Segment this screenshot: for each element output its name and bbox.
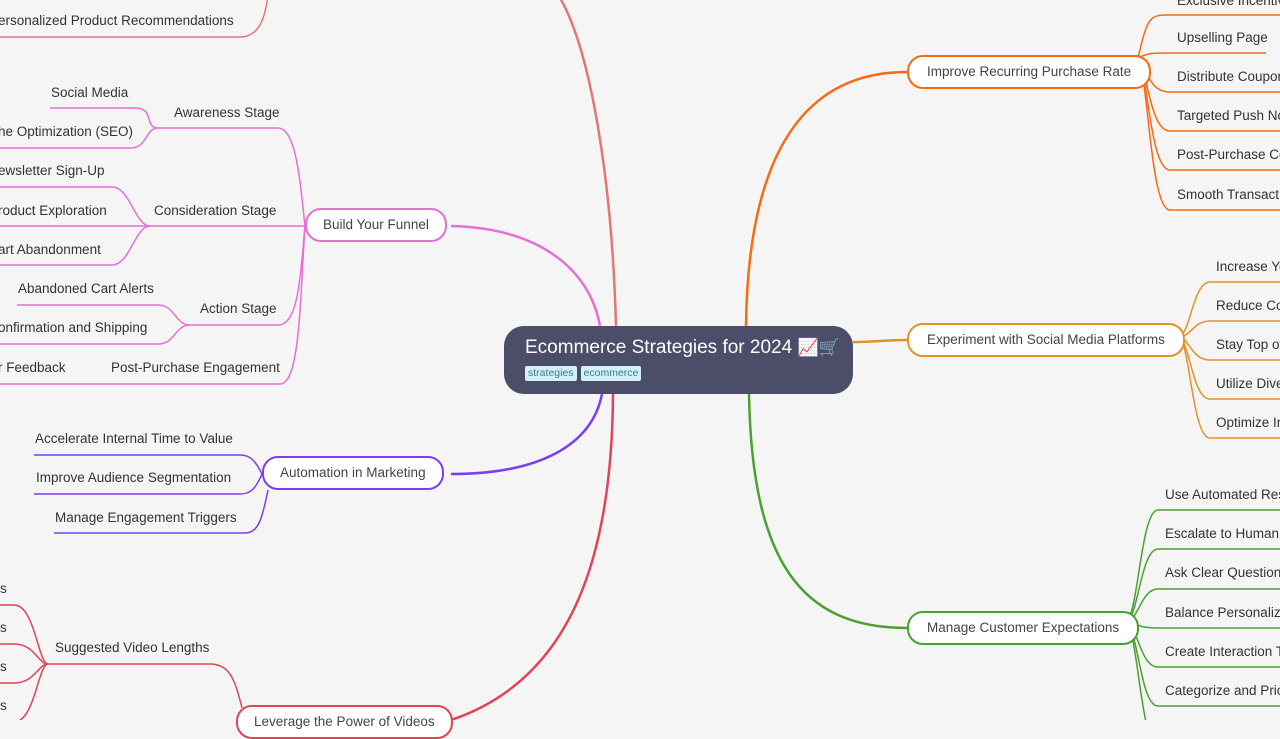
leaf-post-purchase-comm[interactable]: Post-Purchase Co <box>1177 146 1280 164</box>
root-title: Ecommerce Strategies for 2024 📈🛒 <box>525 335 853 361</box>
leaf-interaction-templates[interactable]: Create Interaction T <box>1165 643 1280 661</box>
stage-action[interactable]: Action Stage <box>200 300 277 318</box>
leaf-distribute-coupons[interactable]: Distribute Coupon <box>1177 68 1280 86</box>
leaf-stay-top-of-mind[interactable]: Stay Top of <box>1216 336 1280 354</box>
leaf-audience-segmentation[interactable]: Improve Audience Segmentation <box>36 469 231 487</box>
leaf-seo[interactable]: he Optimization (SEO) <box>0 123 133 141</box>
leaf-social-media[interactable]: Social Media <box>51 84 128 102</box>
chart-cart-emoji-icon: 📈🛒 <box>797 338 840 357</box>
link-root-expectations <box>747 393 908 630</box>
leaf-reduce-costs[interactable]: Reduce Co <box>1216 297 1280 315</box>
link-root-personalization <box>559 0 618 327</box>
stage-suggested-video-lengths[interactable]: Suggested Video Lengths <box>55 639 209 657</box>
leaf-balance-personalization[interactable]: Balance Personaliza <box>1165 604 1280 622</box>
leaf-engagement-triggers[interactable]: Manage Engagement Triggers <box>55 509 237 527</box>
leaf-confirmation-shipping[interactable]: onfirmation and Shipping <box>0 319 147 337</box>
leaf-categorize-prioritize[interactable]: Categorize and Prio <box>1165 682 1280 700</box>
leaf-feedback[interactable]: r Feedback <box>0 359 66 377</box>
tag-list: strategies ecommerce <box>525 366 853 381</box>
leaf-video-length-1[interactable]: ls <box>0 580 7 598</box>
tag-strategies[interactable]: strategies <box>525 366 577 381</box>
root-node[interactable]: Ecommerce Strategies for 2024 📈🛒 strateg… <box>504 326 853 394</box>
leaf-video-length-3[interactable]: ls <box>0 658 7 676</box>
leaf-video-length-2[interactable]: ls <box>0 619 7 637</box>
leaf-escalate-human[interactable]: Escalate to Human <box>1165 525 1279 543</box>
leaf-abandoned-cart-alerts[interactable]: Abandoned Cart Alerts <box>18 280 154 298</box>
stage-post-purchase[interactable]: Post-Purchase Engagement <box>111 359 280 377</box>
link-root-funnel <box>450 224 602 327</box>
leaf-targeted-push[interactable]: Targeted Push No <box>1177 107 1280 125</box>
link-videos-lengths <box>48 663 243 709</box>
root-title-text: Ecommerce Strategies for 2024 <box>525 337 793 358</box>
leaf-increase-your[interactable]: Increase Yo <box>1216 258 1280 276</box>
node-manage-customer-expectations[interactable]: Manage Customer Expectations <box>907 611 1140 645</box>
leaf-product-exploration[interactable]: roduct Exploration <box>0 202 107 220</box>
leaf-ask-clear-questions[interactable]: Ask Clear Questions <box>1165 564 1280 582</box>
link-root-social <box>852 338 908 344</box>
leaf-newsletter[interactable]: ewsletter Sign-Up <box>0 162 105 180</box>
link-length-1 <box>0 604 49 665</box>
link-root-automation <box>450 393 604 476</box>
node-improve-recurring-purchase[interactable]: Improve Recurring Purchase Rate <box>907 55 1152 89</box>
tag-ecommerce[interactable]: ecommerce <box>580 366 642 381</box>
link-root-recurring <box>744 70 908 327</box>
node-build-your-funnel[interactable]: Build Your Funnel <box>305 208 447 242</box>
node-leverage-videos[interactable]: Leverage the Power of Videos <box>236 705 453 739</box>
link-length-4 <box>18 663 49 720</box>
link-root-videos <box>450 393 615 720</box>
stage-consideration[interactable]: Consideration Stage <box>154 202 276 220</box>
leaf-smooth-transactions[interactable]: Smooth Transact <box>1177 186 1279 204</box>
leaf-cart-abandonment[interactable]: art Abandonment <box>0 241 101 259</box>
leaf-utilize-diverse[interactable]: Utilize Dive <box>1216 375 1280 393</box>
link-expectations-6 <box>1124 619 1147 720</box>
leaf-video-length-4[interactable]: ls <box>0 697 7 715</box>
leaf-upselling-page[interactable]: Upselling Page <box>1177 29 1268 47</box>
link-social-1 <box>1177 320 1280 337</box>
leaf-personalized-recommendations[interactable]: ersonalized Product Recommendations <box>0 12 234 30</box>
node-automation-in-marketing[interactable]: Automation in Marketing <box>262 456 444 490</box>
leaf-optimize[interactable]: Optimize In <box>1216 414 1280 432</box>
leaf-accelerate-time-to-value[interactable]: Accelerate Internal Time to Value <box>35 430 233 448</box>
leaf-automated-responses[interactable]: Use Automated Res <box>1165 486 1280 504</box>
stage-awareness[interactable]: Awareness Stage <box>174 104 280 122</box>
leaf-exclusive-incentives[interactable]: Exclusive Incentiv <box>1177 0 1280 10</box>
link-recurring-1 <box>1137 52 1266 59</box>
node-experiment-social-media[interactable]: Experiment with Social Media Platforms <box>907 323 1185 357</box>
